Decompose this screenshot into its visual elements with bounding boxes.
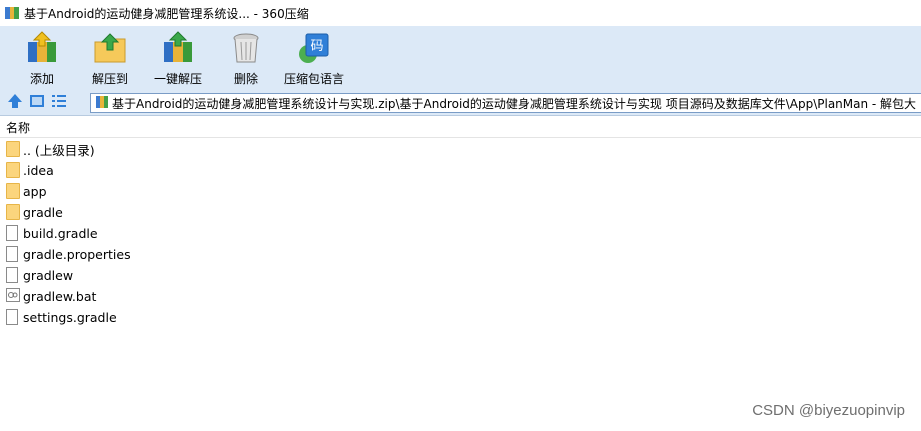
folder-icon bbox=[6, 183, 20, 200]
list-item-label: .idea bbox=[23, 163, 54, 178]
list-item-label: .. (上级目录) bbox=[23, 143, 95, 158]
folder-icon bbox=[6, 141, 20, 158]
file-icon bbox=[6, 309, 20, 326]
add-button-label: 添加 bbox=[29, 72, 54, 86]
list-item-label: gradlew.bat bbox=[23, 289, 97, 304]
address-bar: 基于Android的运动健身减肥管理系统设计与实现.zip\基于Android的… bbox=[0, 90, 921, 116]
list-item[interactable]: settings.gradle bbox=[0, 307, 921, 328]
path-text: 基于Android的运动健身减肥管理系统设计与实现.zip\基于Android的… bbox=[112, 96, 917, 111]
list-item-label: gradle bbox=[23, 205, 63, 220]
archive-icon bbox=[95, 95, 109, 112]
extract-to-icon bbox=[92, 30, 128, 66]
list-view-icon bbox=[50, 92, 68, 113]
list-view-button[interactable] bbox=[48, 92, 70, 114]
list-item-parent-dir[interactable]: .. (上级目录) bbox=[0, 139, 921, 160]
window-title: 基于Android的运动健身减肥管理系统设... - 360压缩 bbox=[24, 6, 309, 21]
list-item[interactable]: .idea bbox=[0, 160, 921, 181]
delete-button[interactable]: 删除 bbox=[212, 26, 280, 88]
up-level-button[interactable] bbox=[4, 92, 26, 114]
svg-text:码: 码 bbox=[310, 39, 323, 54]
column-header-label: 名称 bbox=[6, 121, 31, 135]
list-item-label: build.gradle bbox=[23, 226, 98, 241]
list-item[interactable]: gradlew bbox=[0, 265, 921, 286]
archive-language-button[interactable]: 码 压缩包语言 bbox=[280, 26, 348, 88]
list-item-label: gradle.properties bbox=[23, 247, 131, 262]
one-click-extract-button[interactable]: 一键解压 bbox=[144, 26, 212, 88]
folder-icon bbox=[6, 204, 20, 221]
360zip-app-icon bbox=[4, 5, 20, 21]
list-item-label: app bbox=[23, 184, 47, 199]
file-icon bbox=[6, 225, 20, 242]
batch-file-icon bbox=[6, 288, 20, 305]
file-icon bbox=[6, 246, 20, 263]
list-item[interactable]: app bbox=[0, 181, 921, 202]
archive-language-button-label: 压缩包语言 bbox=[283, 72, 344, 86]
list-item-label: settings.gradle bbox=[23, 310, 117, 325]
one-click-extract-button-label: 一键解压 bbox=[153, 72, 202, 86]
folder-icon bbox=[6, 162, 20, 179]
file-icon bbox=[6, 267, 20, 284]
list-item-label: gradlew bbox=[23, 268, 74, 283]
title-bar: 基于Android的运动健身减肥管理系统设... - 360压缩 bbox=[0, 0, 921, 26]
extract-to-button[interactable]: 解压到 bbox=[76, 26, 144, 88]
list-item[interactable]: gradle bbox=[0, 202, 921, 223]
up-arrow-icon bbox=[6, 92, 24, 113]
list-item[interactable]: gradlew.bat bbox=[0, 286, 921, 307]
one-click-extract-icon bbox=[160, 30, 196, 66]
list-item[interactable]: gradle.properties bbox=[0, 244, 921, 265]
watermark: CSDN @biyezuopinvip bbox=[752, 402, 905, 419]
extract-to-button-label: 解压到 bbox=[91, 72, 128, 86]
delete-bin-icon bbox=[228, 30, 264, 66]
list-item[interactable]: build.gradle bbox=[0, 223, 921, 244]
add-archive-icon bbox=[24, 30, 60, 66]
main-toolbar: 添加 解压到 一键解压 删除 码 压缩包语言 bbox=[0, 26, 921, 90]
thumbnail-view-icon bbox=[28, 92, 46, 113]
column-header-name[interactable]: 名称 bbox=[0, 118, 921, 138]
path-field[interactable]: 基于Android的运动健身减肥管理系统设计与实现.zip\基于Android的… bbox=[90, 93, 921, 113]
delete-button-label: 删除 bbox=[233, 72, 258, 86]
thumbnail-view-button[interactable] bbox=[26, 92, 48, 114]
file-list: .. (上级目录) .idea app gradle build.gradle … bbox=[0, 139, 921, 328]
archive-language-icon: 码 bbox=[296, 30, 332, 66]
add-button[interactable]: 添加 bbox=[8, 26, 76, 88]
